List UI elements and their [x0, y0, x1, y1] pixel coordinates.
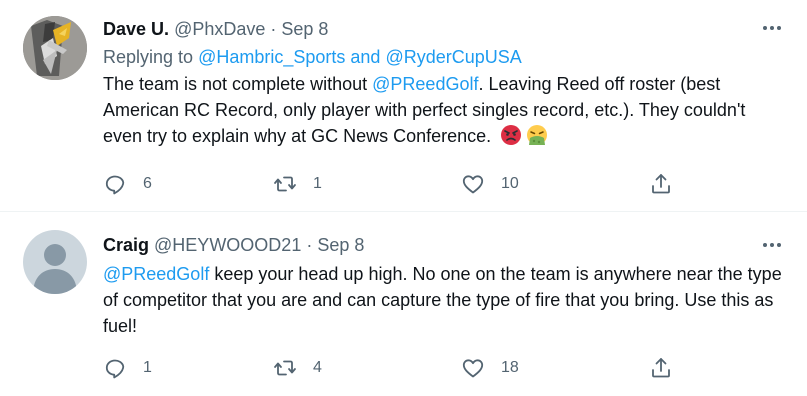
- tweet-date[interactable]: Sep 8: [281, 19, 328, 39]
- tweet-actions: 6 1 10: [103, 170, 683, 198]
- retweet-icon: [274, 176, 296, 192]
- share-icon: [652, 358, 670, 378]
- avatar[interactable]: [23, 16, 87, 80]
- share-button[interactable]: [649, 170, 673, 198]
- retweet-count: 1: [313, 175, 322, 192]
- tweet-content: Dave U. @PhxDave · Sep 8 Replying to @Ha…: [103, 17, 787, 149]
- replying-to-and: and: [345, 47, 386, 67]
- tweet[interactable]: Craig @HEYWOOOD21 · Sep 8 @PReedGolf kee…: [0, 213, 807, 396]
- retweet-icon: [274, 360, 296, 376]
- vomiting-face-emoji: [527, 125, 548, 145]
- display-name[interactable]: Dave U.: [103, 19, 169, 39]
- display-name[interactable]: Craig: [103, 235, 149, 255]
- angry-face-emoji: [501, 125, 522, 145]
- default-avatar-image: [23, 230, 87, 294]
- retweet-button[interactable]: 1: [273, 170, 322, 198]
- tweet-header: Craig @HEYWOOOD21 · Sep 8: [103, 233, 787, 257]
- tweet-content: Craig @HEYWOOOD21 · Sep 8 @PReedGolf kee…: [103, 233, 787, 339]
- share-icon: [652, 174, 670, 194]
- replying-to-link[interactable]: @Hambric_Sports: [198, 47, 345, 67]
- tweet-actions: 1 4 18: [103, 354, 683, 382]
- reply-count: 6: [143, 175, 152, 192]
- heart-icon: [462, 359, 484, 378]
- tweet-header: Dave U. @PhxDave · Sep 8: [103, 17, 787, 41]
- user-handle[interactable]: @HEYWOOOD21: [154, 235, 301, 255]
- reply-button[interactable]: 1: [103, 354, 152, 382]
- reply-icon: [105, 175, 125, 195]
- replying-to-prefix: Replying to: [103, 47, 199, 67]
- tweet-date[interactable]: Sep 8: [317, 235, 364, 255]
- tweet[interactable]: Dave U. @PhxDave · Sep 8 Replying to @Ha…: [0, 0, 807, 212]
- retweet-count: 4: [313, 359, 322, 376]
- mention-link[interactable]: @PReedGolf: [103, 264, 209, 284]
- reply-button[interactable]: 6: [103, 170, 152, 198]
- like-button[interactable]: 10: [461, 170, 519, 198]
- retweet-button[interactable]: 4: [273, 354, 322, 382]
- user-handle[interactable]: @PhxDave: [174, 19, 265, 39]
- tweet-text: @PReedGolf keep your head up high. No on…: [103, 261, 787, 339]
- like-button[interactable]: 18: [461, 354, 519, 382]
- mention-link[interactable]: @PReedGolf: [372, 74, 478, 94]
- reply-icon: [105, 359, 125, 379]
- reply-count: 1: [143, 359, 152, 376]
- tweet-text: The team is not complete without @PReedG…: [103, 71, 787, 149]
- share-button[interactable]: [649, 354, 673, 382]
- like-count: 18: [501, 359, 519, 376]
- avatar-image: [23, 16, 87, 80]
- separator-dot: ·: [306, 235, 313, 255]
- tweet-text-part: The team is not complete without: [103, 74, 373, 94]
- replying-to-link[interactable]: @RyderCupUSA: [385, 47, 521, 67]
- replying-to: Replying to @Hambric_Sports and @RyderCu…: [103, 45, 787, 69]
- avatar[interactable]: [23, 230, 87, 294]
- separator-dot: ·: [270, 19, 277, 39]
- heart-icon: [462, 175, 484, 194]
- like-count: 10: [501, 175, 519, 192]
